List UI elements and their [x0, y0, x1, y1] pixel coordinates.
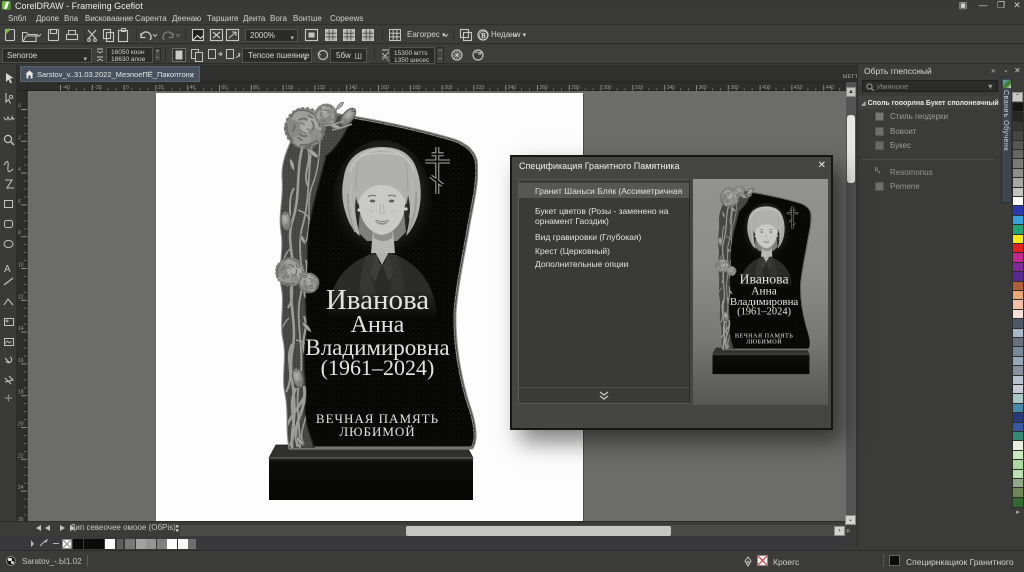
svg-text:A: A [4, 264, 11, 275]
svg-text:10: 10 [18, 263, 24, 269]
svg-text:8: 8 [18, 231, 21, 237]
svg-text:6: 6 [18, 199, 21, 205]
svg-text:20: 20 [18, 422, 24, 428]
svg-text:14: 14 [18, 326, 24, 332]
svg-text:12: 12 [18, 294, 24, 300]
svg-text:18: 18 [18, 390, 24, 396]
svg-text:16: 16 [18, 358, 24, 364]
svg-text:22: 22 [18, 453, 24, 459]
svg-text:24: 24 [18, 485, 24, 491]
svg-text:0: 0 [18, 104, 21, 110]
svg-text:2: 2 [18, 135, 21, 141]
svg-text:4: 4 [18, 167, 21, 173]
